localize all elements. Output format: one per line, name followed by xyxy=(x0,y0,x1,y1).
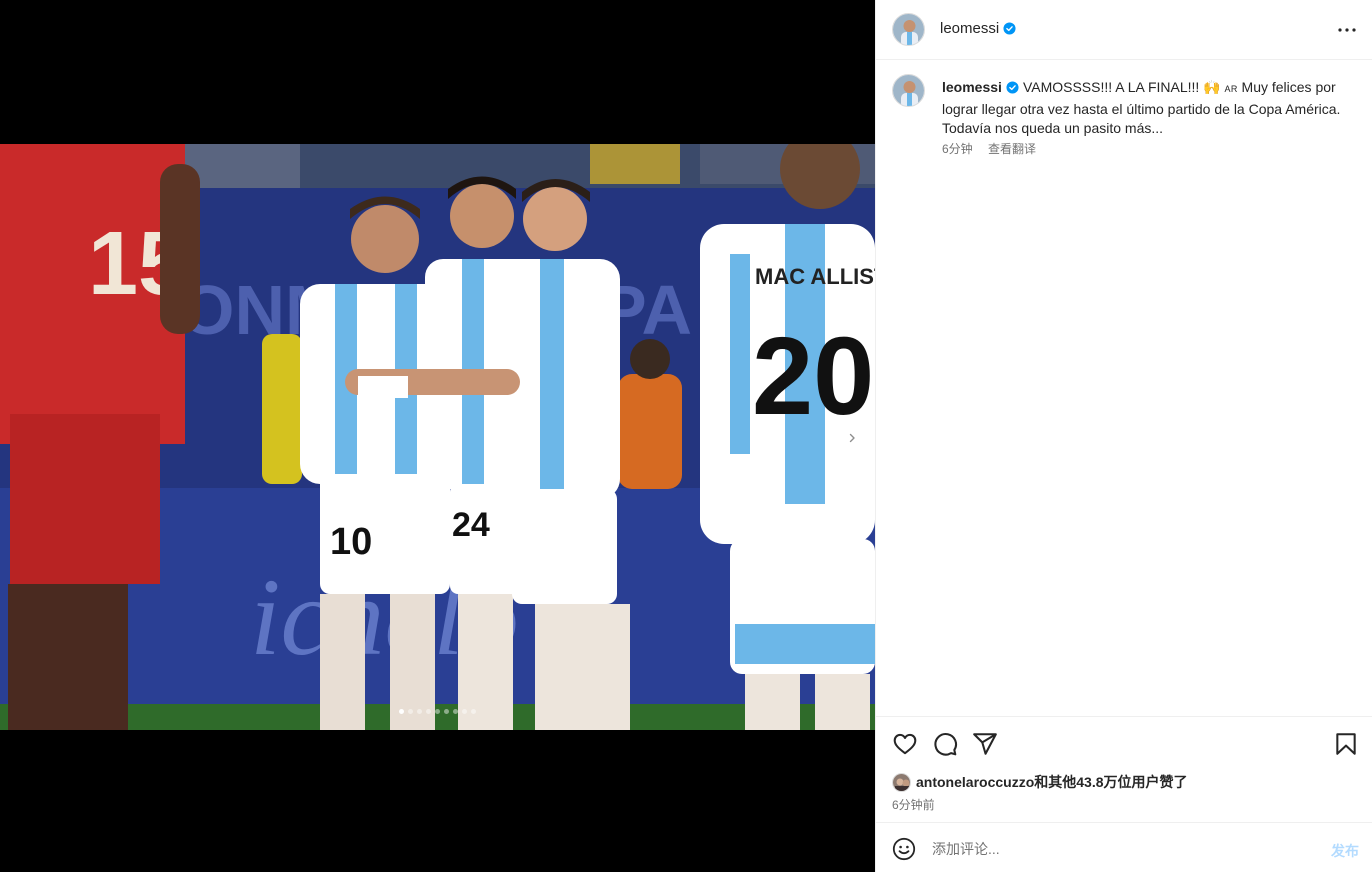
see-translation-link[interactable]: 查看翻译 xyxy=(988,142,1036,156)
comment-composer: 发布 xyxy=(876,822,1372,872)
avatar-image xyxy=(893,75,924,106)
post-photo[interactable]: ONMI PA ichelo 15 10 24 MAC ALLIS 20 xyxy=(0,144,875,730)
post-comment-button[interactable]: 发布 xyxy=(1331,841,1359,861)
caption-username[interactable]: leomessi xyxy=(942,79,1002,95)
post-details-panel: leomessi leomessi VAMOSSSS!!! A LA FINAL!… xyxy=(875,0,1372,872)
heart-icon[interactable] xyxy=(892,731,918,757)
avatar-image xyxy=(893,14,924,45)
photo-scene: ONMI PA ichelo 15 10 24 MAC ALLIS 20 xyxy=(0,144,875,730)
post-header: leomessi xyxy=(876,0,1372,60)
verified-badge-icon xyxy=(1006,81,1019,94)
author-username-text[interactable]: leomessi xyxy=(940,20,999,37)
carousel-dot-8 xyxy=(462,709,467,714)
chevron-right-icon xyxy=(849,433,855,442)
author-username[interactable]: leomessi xyxy=(940,20,1016,37)
caption-time: 6分钟 xyxy=(942,142,973,156)
verified-badge-icon xyxy=(1003,22,1016,35)
caption-avatar[interactable] xyxy=(892,74,925,107)
carousel-dot-6 xyxy=(444,709,449,714)
likes-summary[interactable]: antonelaroccuzzo和其他43.8万位用户赞了 xyxy=(892,772,1188,792)
liker-avatar[interactable] xyxy=(892,772,911,792)
carousel-dot-9 xyxy=(471,709,476,714)
carousel-dot-2 xyxy=(408,709,413,714)
svg-text:24: 24 xyxy=(452,506,490,544)
carousel-dot-1 xyxy=(399,709,404,714)
post-media-panel: ONMI PA ichelo 15 10 24 MAC ALLIS 20 xyxy=(0,0,875,872)
carousel-indicator xyxy=(0,709,875,714)
smiley-icon[interactable] xyxy=(892,837,916,861)
carousel-dot-4 xyxy=(426,709,431,714)
more-horizontal-icon xyxy=(1338,28,1356,32)
bookmark-icon[interactable] xyxy=(1333,731,1359,757)
likes-count-text[interactable]: antonelaroccuzzo和其他43.8万位用户赞了 xyxy=(916,772,1188,792)
author-avatar[interactable] xyxy=(892,13,925,46)
caption-meta: 6分钟 查看翻译 xyxy=(942,140,1036,157)
flag-argentina: AR xyxy=(1224,84,1238,94)
carousel-dot-3 xyxy=(417,709,422,714)
carousel-dot-5 xyxy=(435,709,440,714)
post-actions: antonelaroccuzzo和其他43.8万位用户赞了 6分钟前 xyxy=(876,716,1372,822)
caption-text-start: VAMOSSSS!!! A LA FINAL!!! 🙌 xyxy=(1022,79,1221,95)
more-options-button[interactable] xyxy=(1337,20,1357,40)
svg-text:10: 10 xyxy=(330,521,372,563)
avatar-image xyxy=(893,773,910,791)
caption-text: leomessi VAMOSSSS!!! A LA FINAL!!! 🙌 AR M… xyxy=(942,78,1362,139)
paper-plane-icon[interactable] xyxy=(972,731,998,757)
carousel-dot-7 xyxy=(453,709,458,714)
svg-text:MAC ALLISTER: MAC ALLISTER xyxy=(755,264,875,289)
action-icons-row xyxy=(892,731,1357,757)
comment-bubble-icon[interactable] xyxy=(932,731,958,757)
carousel-next-button[interactable] xyxy=(839,425,864,450)
post-time-ago[interactable]: 6分钟前 xyxy=(892,796,935,813)
comment-input[interactable] xyxy=(932,838,1312,860)
svg-text:20: 20 xyxy=(752,315,874,438)
